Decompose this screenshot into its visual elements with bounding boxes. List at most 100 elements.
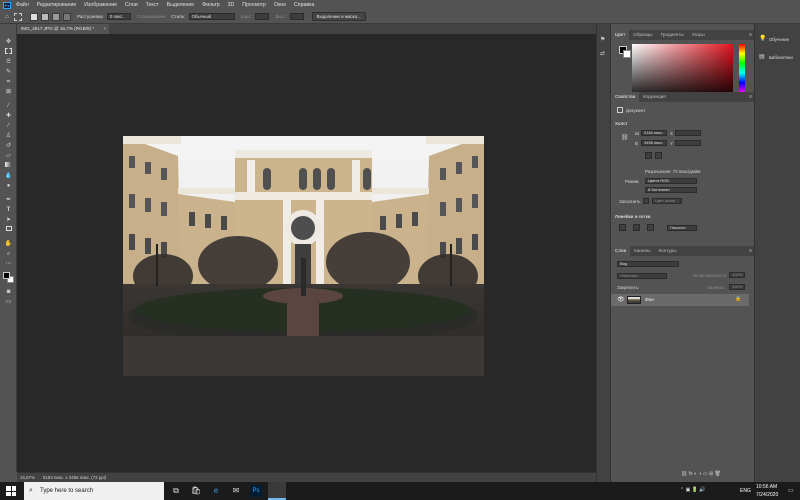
tab-swatches[interactable]: Образцы xyxy=(629,30,656,40)
fill-select[interactable]: Цвет фона xyxy=(652,198,682,204)
canvas-width-field[interactable]: 5184 пикс. xyxy=(641,130,667,136)
menu-type[interactable]: Текст xyxy=(146,2,159,8)
opacity-field[interactable]: 100% xyxy=(729,272,745,278)
store-icon[interactable]: 🛍 xyxy=(190,485,202,497)
adjust-panel-icon[interactable]: ⇄ xyxy=(600,50,608,58)
menu-3d[interactable]: 3D xyxy=(228,2,235,8)
tray-icons[interactable]: ⌃ ▣ 🔋 🔊 xyxy=(680,487,706,493)
learn-item[interactable]: 💡 Обучение xyxy=(757,34,800,44)
canvas-height-field[interactable]: 3456 пикс. xyxy=(641,140,667,146)
crop-tool-icon[interactable]: ⌗ xyxy=(4,78,13,86)
lasso-tool-icon[interactable]: ᘓ xyxy=(4,58,13,66)
eraser-tool-icon[interactable]: ▱ xyxy=(4,152,13,160)
path-select-tool-icon[interactable]: ➤ xyxy=(4,216,13,224)
quick-select-tool-icon[interactable]: ✎ xyxy=(4,68,13,76)
canvas-x-field[interactable] xyxy=(675,130,701,136)
blend-mode-select[interactable]: Обычные xyxy=(617,273,667,279)
style-select[interactable]: Обычный xyxy=(188,13,235,20)
healing-brush-tool-icon[interactable]: ✚ xyxy=(4,112,13,120)
tab-paths[interactable]: Контуры xyxy=(654,246,680,256)
quick-mask-icon[interactable]: ◙ xyxy=(4,288,13,296)
color-panel-menu-icon[interactable]: ≡ xyxy=(749,32,752,38)
marquee-preset-button[interactable] xyxy=(14,12,22,21)
photoshop-logo[interactable]: Ps xyxy=(3,1,11,9)
canvas-y-field[interactable] xyxy=(675,140,701,146)
eyedropper-tool-icon[interactable]: ⁄ xyxy=(4,102,13,110)
hand-tool-icon[interactable]: ✋ xyxy=(4,240,13,248)
rectangle-tool-icon[interactable] xyxy=(4,226,13,234)
tab-patterns[interactable]: Узоры xyxy=(688,30,709,40)
blur-tool-icon[interactable]: 💧 xyxy=(4,172,13,180)
new-selection-button[interactable] xyxy=(30,12,38,21)
add-selection-button[interactable] xyxy=(41,12,49,21)
menu-image[interactable]: Изображение xyxy=(84,2,117,8)
rulers-icon[interactable] xyxy=(619,224,626,231)
menu-layers[interactable]: Слои xyxy=(125,2,138,8)
history-panel-icon[interactable]: ⚑ xyxy=(600,36,608,44)
zoom-tool-icon[interactable]: ⌕ xyxy=(4,250,13,258)
guides-icon[interactable] xyxy=(647,224,654,231)
background-swatch-mini[interactable] xyxy=(623,50,631,58)
menu-filter[interactable]: Фильтр xyxy=(202,2,219,8)
screen-mode-icon[interactable]: ▭ xyxy=(4,298,13,306)
more-tools-icon[interactable]: ⋯ xyxy=(4,260,13,268)
subtract-selection-button[interactable] xyxy=(52,12,60,21)
width-input[interactable] xyxy=(255,13,270,20)
select-and-mask-button[interactable]: Выделение и маска... xyxy=(311,12,366,21)
windows-start-icon[interactable] xyxy=(6,486,16,496)
menu-view[interactable]: Просмотр xyxy=(242,2,266,8)
move-tool-icon[interactable]: ✥ xyxy=(4,38,13,46)
layer-fill-field[interactable]: 100% xyxy=(729,284,745,290)
notifications-icon[interactable]: ▭ xyxy=(788,487,794,494)
dodge-tool-icon[interactable]: ● xyxy=(4,182,13,190)
tab-gradients[interactable]: Градиенты xyxy=(657,30,688,40)
home-button[interactable]: ⌂ xyxy=(3,12,11,21)
units-select[interactable]: Пиксели xyxy=(667,225,697,231)
menu-window[interactable]: Окно xyxy=(274,2,286,8)
antialias-checkbox[interactable]: Сглаживание xyxy=(137,14,165,19)
menu-help[interactable]: Справка xyxy=(294,2,314,8)
grid-icon[interactable] xyxy=(633,224,640,231)
foreground-color-swatch[interactable] xyxy=(3,272,10,279)
tab-channels[interactable]: Каналы xyxy=(630,246,654,256)
type-tool-icon[interactable]: T xyxy=(4,206,13,214)
mail-icon[interactable]: ✉ xyxy=(230,485,242,497)
pen-tool-icon[interactable]: ✒ xyxy=(4,196,13,204)
language-indicator[interactable]: ENG xyxy=(740,488,751,494)
orientation-portrait-icon[interactable] xyxy=(645,152,652,159)
clock-time[interactable]: 10:56 AM xyxy=(756,484,777,490)
zoom-readout[interactable]: 16,67% xyxy=(20,473,35,482)
orientation-landscape-icon[interactable] xyxy=(655,152,662,159)
menu-select[interactable]: Выделение xyxy=(167,2,195,8)
layer-name[interactable]: Фон xyxy=(645,297,654,302)
tab-color[interactable]: Цвет xyxy=(611,30,630,40)
gradient-tool-icon[interactable] xyxy=(4,162,13,170)
frame-tool-icon[interactable]: ⊠ xyxy=(4,88,13,96)
color-mode-select[interactable]: Цвета RGB xyxy=(645,178,697,184)
photoshop-taskbar-icon[interactable]: Ps xyxy=(250,485,262,497)
link-dimensions-icon[interactable]: ⛓ xyxy=(621,134,629,141)
tab-adjustments[interactable]: Коррекция xyxy=(639,92,670,102)
clone-stamp-tool-icon[interactable]: ♙ xyxy=(4,132,13,140)
clock-date[interactable]: 7/24/2020 xyxy=(756,492,778,498)
menu-edit[interactable]: Редактирование xyxy=(37,2,77,8)
tab-layers[interactable]: Слои xyxy=(611,246,631,256)
layer-filter-search[interactable]: Вид xyxy=(617,261,679,267)
properties-panel-menu-icon[interactable]: ≡ xyxy=(749,94,752,100)
menu-file[interactable]: Файл xyxy=(16,2,29,8)
document-tab[interactable]: IMG_4917.JPG @ 16,7% (RGB/8) * × xyxy=(17,24,109,34)
active-app-icon[interactable] xyxy=(268,482,286,500)
layers-panel-menu-icon[interactable]: ≡ xyxy=(749,248,752,254)
marquee-tool-icon[interactable] xyxy=(4,48,13,56)
history-brush-tool-icon[interactable]: ↺ xyxy=(4,142,13,150)
taskbar-search-box[interactable]: ⌕ Type here to search xyxy=(24,482,164,500)
layer-row[interactable]: 👁 Фон 🔒 xyxy=(611,294,749,306)
feather-input[interactable]: 0 пикс. xyxy=(106,13,131,20)
task-view-icon[interactable]: ⧉ xyxy=(170,485,182,497)
edge-icon[interactable]: e xyxy=(210,485,222,497)
fill-color-swatch[interactable] xyxy=(643,198,649,204)
intersect-selection-button[interactable] xyxy=(63,12,71,21)
close-document-icon[interactable]: × xyxy=(103,24,106,34)
bit-depth-select[interactable]: 8 бит/канал xyxy=(645,187,697,193)
canvas-section-header[interactable]: Холст xyxy=(615,121,628,126)
